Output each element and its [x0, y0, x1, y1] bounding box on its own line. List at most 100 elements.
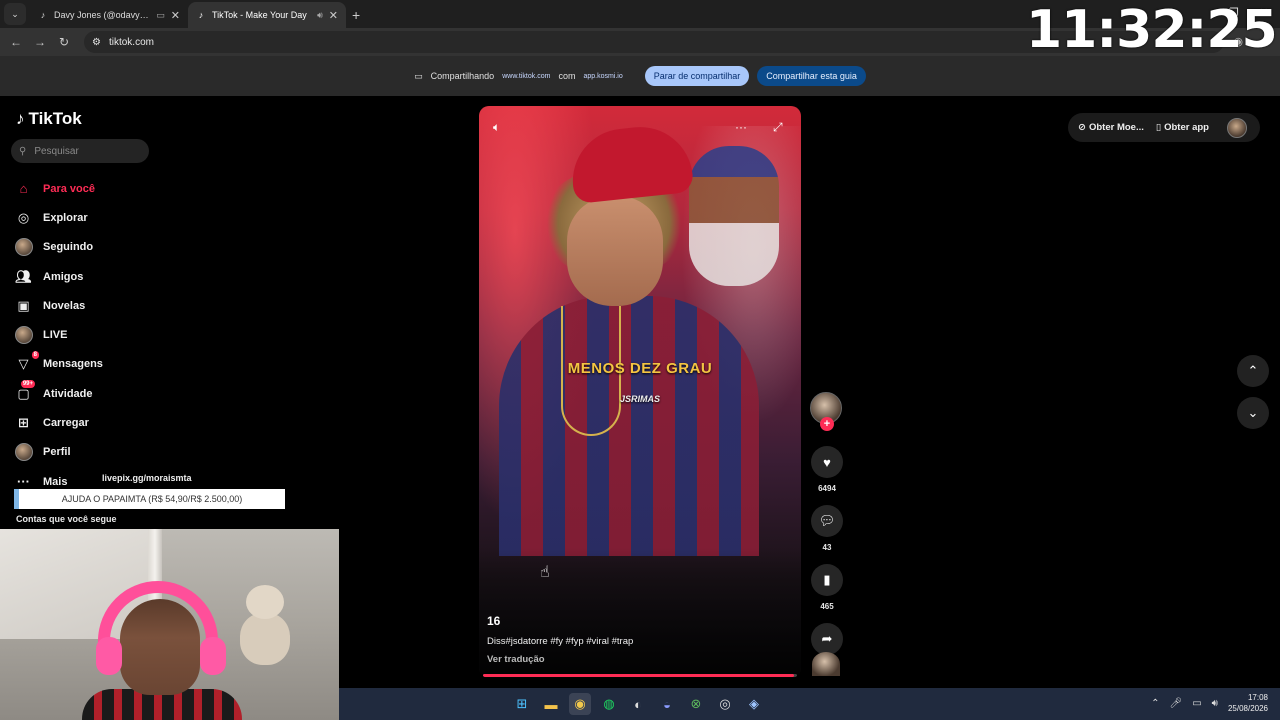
friends-icon: 👥︎ [15, 268, 32, 284]
messages-badge: 8 [31, 350, 39, 359]
sidebar-nav: ⌂ Para você ◎ Explorar Seguindo 👥︎ Amigo… [14, 174, 214, 496]
close-tab-icon[interactable]: ✕ [171, 9, 180, 22]
video-overlay-subtitle: JSRIMAS [619, 394, 660, 404]
sidebar-item-upload[interactable]: ⊞ Carregar [14, 408, 214, 437]
video-author[interactable]: 16 [487, 614, 500, 628]
sidebar-item-messages[interactable]: ▽ 8 Mensagens [14, 350, 214, 379]
next-video-button[interactable]: ⌄ [1237, 397, 1269, 429]
fullscreen-icon[interactable]: ⤢ [773, 120, 783, 135]
inbox-icon: ▢ 99+ [17, 380, 35, 401]
sidebar-item-label: Explorar [43, 211, 88, 224]
sidebar-item-label: Mensagens [43, 358, 103, 371]
user-avatar[interactable] [1226, 117, 1247, 138]
like-count: 6494 [818, 484, 836, 493]
video-progress-fill [483, 674, 794, 677]
sidebar-item-label: Para você [43, 182, 95, 195]
comment-icon[interactable]: 💬︎ [811, 505, 843, 537]
tiktok-icon: ♪ [40, 10, 46, 20]
site-info-icon[interactable]: ⚙ [92, 37, 101, 48]
xbox-icon[interactable]: ⊗ [685, 693, 707, 715]
compass-icon: ◎ [17, 209, 30, 225]
tiktok-icon: ♪ [16, 109, 25, 128]
activity-badge: 99+ [20, 380, 35, 389]
donation-goal-text: AJUDA O PAPAIMTA (R$ 54,90/R$ 2.500,00) [61, 494, 243, 504]
sidebar-item-label: Carregar [43, 417, 89, 430]
search-input[interactable]: ⚲ Pesquisar [11, 139, 149, 163]
browser-tab-2[interactable]: ♪ TikTok - Make Your Day 🔊︎ ✕ [188, 2, 346, 28]
share-icon[interactable]: ➦ [811, 623, 843, 655]
stop-sharing-button[interactable]: Parar de compartilhar [644, 66, 750, 86]
audio-icon[interactable]: 🔊︎ [317, 10, 323, 21]
like-action[interactable]: ♥ 6494 [810, 446, 844, 493]
back-icon[interactable]: ← [4, 35, 28, 49]
video-background-person [689, 146, 779, 286]
video-overlay-title: MENOS DEZ GRAU [567, 360, 713, 377]
sharing-label: Compartilhando [430, 71, 495, 81]
steam-icon[interactable]: ◈ [743, 693, 765, 715]
speaker-icon[interactable]: 🔊︎ [1212, 698, 1218, 709]
video-subject-face [567, 196, 663, 306]
sidebar-item-explore[interactable]: ◎ Explorar [14, 203, 214, 232]
app-icon[interactable]: ◎ [714, 693, 736, 715]
tiktok-logo[interactable]: ♪ TikTok [16, 109, 82, 129]
browser-tab-1[interactable]: ♪ Davy Jones (@odavyjones) ▭ ✕ [30, 2, 188, 28]
sidebar-item-following[interactable]: Seguindo [14, 233, 214, 262]
discord-icon[interactable]: ◒ [656, 693, 678, 715]
forward-icon[interactable]: → [28, 35, 52, 49]
display-icon[interactable]: ▭ [1192, 698, 1201, 709]
film-icon: ▣ [17, 297, 30, 313]
video-progress-bar[interactable] [483, 674, 797, 677]
creator-avatar[interactable]: + [810, 392, 842, 431]
screen-share-icon: ▭ [414, 70, 423, 81]
windows-start-icon[interactable]: ⊞ [511, 693, 533, 715]
new-tab-button[interactable]: + [352, 7, 360, 23]
reload-icon[interactable]: ↻ [52, 35, 76, 49]
avatar-icon [14, 238, 33, 257]
volume-icon[interactable]: 🔈︎ [493, 120, 500, 135]
sidebar-item-activity[interactable]: ▢ 99+ Atividade [14, 379, 214, 408]
sidebar-item-friends[interactable]: 👥︎ Amigos [14, 262, 214, 291]
video-description: Diss#jsdatorre #fy #fyp #viral #trap [487, 636, 634, 647]
microphone-icon[interactable]: 🎤︎ [1169, 698, 1182, 709]
save-count: 465 [820, 602, 834, 611]
close-tab-icon[interactable]: ✕ [329, 9, 338, 22]
follow-plus-icon[interactable]: + [820, 417, 834, 431]
avatar-icon [14, 443, 33, 462]
sidebar-item-live[interactable]: LIVE [14, 320, 214, 349]
tab-search-button[interactable]: ⌄ [4, 3, 26, 25]
sidebar-item-label: Amigos [43, 270, 84, 283]
see-translation-link[interactable]: Ver tradução [487, 654, 545, 665]
following-accounts-title: Contas que você segue [16, 514, 117, 524]
sharing-with: com [558, 71, 576, 81]
previous-video-button[interactable]: ⌃ [1237, 355, 1269, 387]
spotify-icon[interactable]: ◍ [598, 693, 620, 715]
bookmark-icon[interactable]: ▮ [811, 564, 843, 596]
video-player[interactable]: MENOS DEZ GRAU JSRIMAS 🔈︎ ··· ⤢ 16 Diss#… [479, 106, 801, 678]
sidebar-item-for-you[interactable]: ⌂ Para você [14, 174, 214, 203]
get-app-button[interactable]: ▯ Obter app [1156, 122, 1209, 133]
sidebar-item-profile[interactable]: Perfil [14, 438, 214, 467]
share-this-tab-button[interactable]: Compartilhar esta guia [757, 66, 866, 86]
sidebar-item-label: Mais [43, 475, 68, 488]
video-actions: + ♥ 6494 💬︎ 43 ▮ 465 ➦ 189 [810, 392, 844, 670]
file-explorer-icon[interactable]: ▬ [540, 693, 562, 715]
heart-icon[interactable]: ♥ [811, 446, 843, 478]
webcam-overlay [0, 529, 339, 720]
top-right-actions: ⊘ Obter Moe... ▯ Obter app [1068, 113, 1260, 142]
tray-chevron-up-icon[interactable]: ⌃ [1151, 698, 1159, 709]
sharing-bar: ▭ Compartilhando www.tiktok.com com app.… [0, 56, 1280, 96]
obs-icon[interactable]: ◐ [627, 693, 649, 715]
sound-avatar[interactable] [812, 652, 840, 676]
chrome-icon[interactable]: ◉ [569, 693, 591, 715]
plus-square-icon: ⊞ [18, 415, 29, 431]
comment-action[interactable]: 💬︎ 43 [810, 505, 844, 552]
sidebar-item-novelas[interactable]: ▣ Novelas [14, 291, 214, 320]
streamer [82, 581, 242, 720]
phone-icon: ▯ [1155, 122, 1162, 133]
home-icon: ⌂ [19, 181, 28, 197]
get-coins-button[interactable]: ⊘ Obter Moe... [1078, 122, 1144, 133]
taskbar-clock[interactable]: 17:08 25/08/2026 [1228, 692, 1268, 714]
save-action[interactable]: ▮ 465 [810, 564, 844, 611]
logo-text: TikTok [28, 109, 82, 128]
more-options-icon[interactable]: ··· [735, 120, 747, 134]
